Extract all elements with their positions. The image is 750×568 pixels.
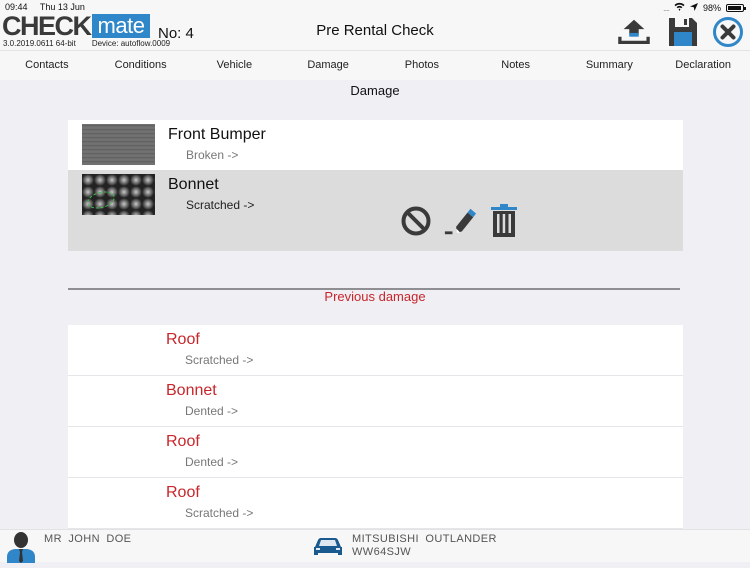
tab-bar: Contacts Conditions Vehicle Damage Photo…	[0, 50, 750, 80]
damage-photo-thumbnail[interactable]	[82, 174, 155, 215]
previous-damage-item[interactable]: Roof Scratched ->	[68, 478, 683, 529]
damage-location: Roof	[166, 484, 200, 501]
upload-button[interactable]	[618, 16, 650, 48]
damage-condition: Dented ->	[185, 455, 239, 469]
damage-list: Front Bumper Broken -> Bonnet Scratched …	[68, 120, 683, 251]
row-actions	[399, 204, 521, 238]
version-info: 3.0.2019.0611 64-bit Device: autoflow.000…	[3, 39, 170, 48]
location-icon	[689, 2, 698, 13]
section-title: Damage	[350, 83, 400, 98]
tab-conditions[interactable]: Conditions	[94, 51, 188, 80]
damage-location: Bonnet	[168, 176, 219, 193]
vehicle-registration: WW64SJW	[352, 546, 412, 558]
damage-photo-thumbnail[interactable]	[82, 124, 155, 165]
damage-location: Bonnet	[166, 382, 217, 399]
damage-item[interactable]: Front Bumper Broken ->	[68, 120, 683, 170]
tab-contacts[interactable]: Contacts	[0, 51, 94, 80]
tab-vehicle[interactable]: Vehicle	[188, 51, 282, 80]
tab-notes[interactable]: Notes	[469, 51, 563, 80]
vehicle-info: MITSUBISHI OUTLANDER WW64SJW	[352, 533, 497, 559]
battery-icon	[726, 3, 746, 12]
customer-name: MR JOHN DOE	[44, 533, 132, 545]
previous-damage-item[interactable]: Roof Scratched ->	[68, 325, 683, 376]
tab-damage[interactable]: Damage	[281, 51, 375, 80]
damage-condition: Scratched ->	[186, 198, 255, 212]
status-bar: 09:44 Thu 13 Jun .... 98%	[0, 0, 750, 14]
trash-icon	[491, 204, 517, 237]
previous-damage-title: Previous damage	[324, 289, 426, 304]
damage-condition: Broken ->	[186, 148, 239, 162]
tab-summary[interactable]: Summary	[563, 51, 657, 80]
previous-damage-list: Roof Scratched -> Bonnet Dented -> Roof …	[68, 325, 683, 529]
edit-button[interactable]	[443, 204, 477, 238]
delete-button[interactable]	[487, 204, 521, 238]
upload-icon	[618, 19, 650, 44]
damage-location: Front Bumper	[168, 126, 266, 143]
tab-declaration[interactable]: Declaration	[656, 51, 750, 80]
block-icon	[401, 206, 431, 236]
damage-location: Roof	[166, 433, 200, 450]
damage-condition: Scratched ->	[185, 353, 254, 367]
app-header: CHECK mate 3.0.2019.0611 64-bit Device: a…	[0, 13, 750, 50]
customer-icon	[6, 531, 36, 568]
car-icon	[313, 537, 343, 562]
version-number: 3.0.2019.0611 64-bit	[3, 39, 76, 48]
previous-damage-item[interactable]: Bonnet Dented ->	[68, 376, 683, 427]
footer-bar: MR JOHN DOE MITSUBISHI OUTLANDER WW64SJW	[0, 529, 750, 563]
tab-photos[interactable]: Photos	[375, 51, 469, 80]
close-icon	[713, 17, 743, 47]
signal-dots-icon: ....	[662, 2, 670, 13]
vehicle-model: MITSUBISHI OUTLANDER	[352, 533, 497, 545]
damage-condition: Dented ->	[185, 404, 239, 418]
damage-item-selected[interactable]: Bonnet Scratched ->	[68, 170, 683, 251]
save-button[interactable]	[667, 16, 699, 48]
edit-icon	[444, 208, 477, 235]
damage-condition: Scratched ->	[185, 506, 254, 520]
save-icon	[669, 18, 697, 46]
damage-location: Roof	[166, 331, 200, 348]
wifi-icon	[674, 2, 685, 13]
block-button[interactable]	[399, 204, 433, 238]
battery-percent: 98%	[702, 2, 721, 13]
previous-damage-item[interactable]: Roof Dented ->	[68, 427, 683, 478]
close-button[interactable]	[712, 16, 744, 48]
